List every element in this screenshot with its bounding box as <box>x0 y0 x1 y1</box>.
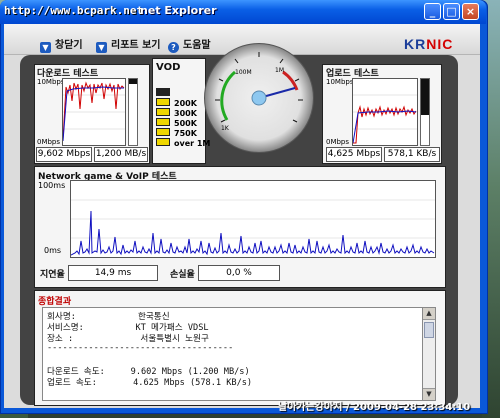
upload-graph <box>352 78 418 146</box>
window-title-url: http://www.bcpark.net <box>4 4 144 17</box>
close-arrow-icon: ▼ <box>40 42 51 53</box>
status-caption: 날아가는강아지 / 2009-04-28 23:34:10 <box>278 402 471 413</box>
upload-speed-kbs: 578,1 KB/s <box>384 147 440 162</box>
scroll-up-icon[interactable]: ▲ <box>423 308 435 320</box>
result-textarea[interactable]: 회사명: 한국통신 서비스명: KT 메가패스 VDSL 장소 : 서울특별시 … <box>42 307 424 401</box>
window-title-app: net Explorer <box>140 4 217 17</box>
gauge-label-1k: 1K <box>221 125 230 132</box>
gauge-green-arc <box>220 70 237 121</box>
result-line: 업로드 속도: 4.625 Mbps (578.1 KB/s) <box>47 378 253 388</box>
maximize-button[interactable]: □ <box>443 3 460 20</box>
vod-item-blank <box>156 88 174 98</box>
gauge-dial-svg: 100M 1M 1K <box>215 52 303 132</box>
minimize-button[interactable]: _ <box>424 3 441 20</box>
vod-swatch <box>156 88 170 96</box>
vod-item-label: 300K <box>174 109 197 118</box>
vod-item: 200K <box>156 98 197 108</box>
gauge-red-arc <box>282 70 299 91</box>
upload-level-bar <box>420 78 430 146</box>
download-graph <box>62 78 126 146</box>
download-level-fill <box>129 84 137 145</box>
help-icon: ? <box>168 42 179 53</box>
network-ymax-label: 100ms <box>38 181 66 190</box>
krnic-logo-prefix: KR <box>404 36 427 52</box>
result-title: 종합결과 <box>38 297 72 307</box>
scroll-thumb[interactable] <box>424 322 434 338</box>
upload-level-fill <box>421 115 429 145</box>
loss-label: 손실율 <box>170 270 195 280</box>
gauge-label-100m: 100M <box>235 69 252 76</box>
vod-item-label: 500K <box>174 119 197 128</box>
download-graph-svg <box>62 81 125 142</box>
loss-value: 0,0 % <box>198 265 280 281</box>
vod-item: over 1M <box>156 138 210 148</box>
close-tool-button[interactable]: ▼ 창닫기 <box>40 36 83 53</box>
result-line: ------------------------------------ <box>47 343 234 353</box>
close-tool-label: 창닫기 <box>55 40 83 51</box>
vod-swatch <box>156 98 170 106</box>
vod-item: 750K <box>156 128 197 138</box>
network-graph <box>70 180 436 258</box>
krnic-logo: KRNIC <box>404 36 453 52</box>
upload-ymax-label: 10Mbps <box>326 78 354 86</box>
report-tool-button[interactable]: ▼ 리포트 보기 <box>96 36 160 53</box>
latency-value: 14,9 ms <box>68 265 158 281</box>
gauge-hub <box>251 90 267 106</box>
vod-title: VOD <box>156 62 181 73</box>
vod-swatch <box>156 138 170 146</box>
download-ymax-label: 10Mbps <box>37 78 65 86</box>
latency-label: 지연율 <box>40 270 65 280</box>
upload-graph-svg <box>352 94 417 144</box>
upload-ymin-label: 0Mbps <box>326 138 350 146</box>
krnic-logo-suffix: NIC <box>426 36 454 52</box>
report-tool-label: 리포트 보기 <box>111 40 161 51</box>
download-speed-mbps: 9,602 Mbps <box>36 147 92 162</box>
result-scrollbar[interactable]: ▲ ▼ <box>422 307 436 401</box>
download-ymin-label: 0Mbps <box>37 138 61 146</box>
download-speed-mbs: 1,200 MB/s <box>94 147 148 162</box>
vod-item-label: 200K <box>174 99 197 108</box>
vod-swatch <box>156 108 170 116</box>
vod-item-label: 750K <box>174 129 197 138</box>
download-trace <box>62 81 125 140</box>
gauge-label-1m: 1M <box>275 67 284 74</box>
download-level-bar <box>128 78 138 146</box>
vod-swatch <box>156 128 170 136</box>
vod-item: 500K <box>156 118 197 128</box>
vod-item: 300K <box>156 108 197 118</box>
speed-gauge: 100M 1M 1K <box>204 43 314 153</box>
upload-speed-mbps: 4,625 Mbps <box>326 147 382 162</box>
network-ymin-label: 0ms <box>44 246 62 255</box>
network-graph-svg <box>70 199 435 256</box>
vod-swatch <box>156 118 170 126</box>
latency-trace <box>70 210 435 256</box>
report-arrow-icon: ▼ <box>96 42 107 53</box>
close-window-button[interactable]: × <box>462 3 479 20</box>
